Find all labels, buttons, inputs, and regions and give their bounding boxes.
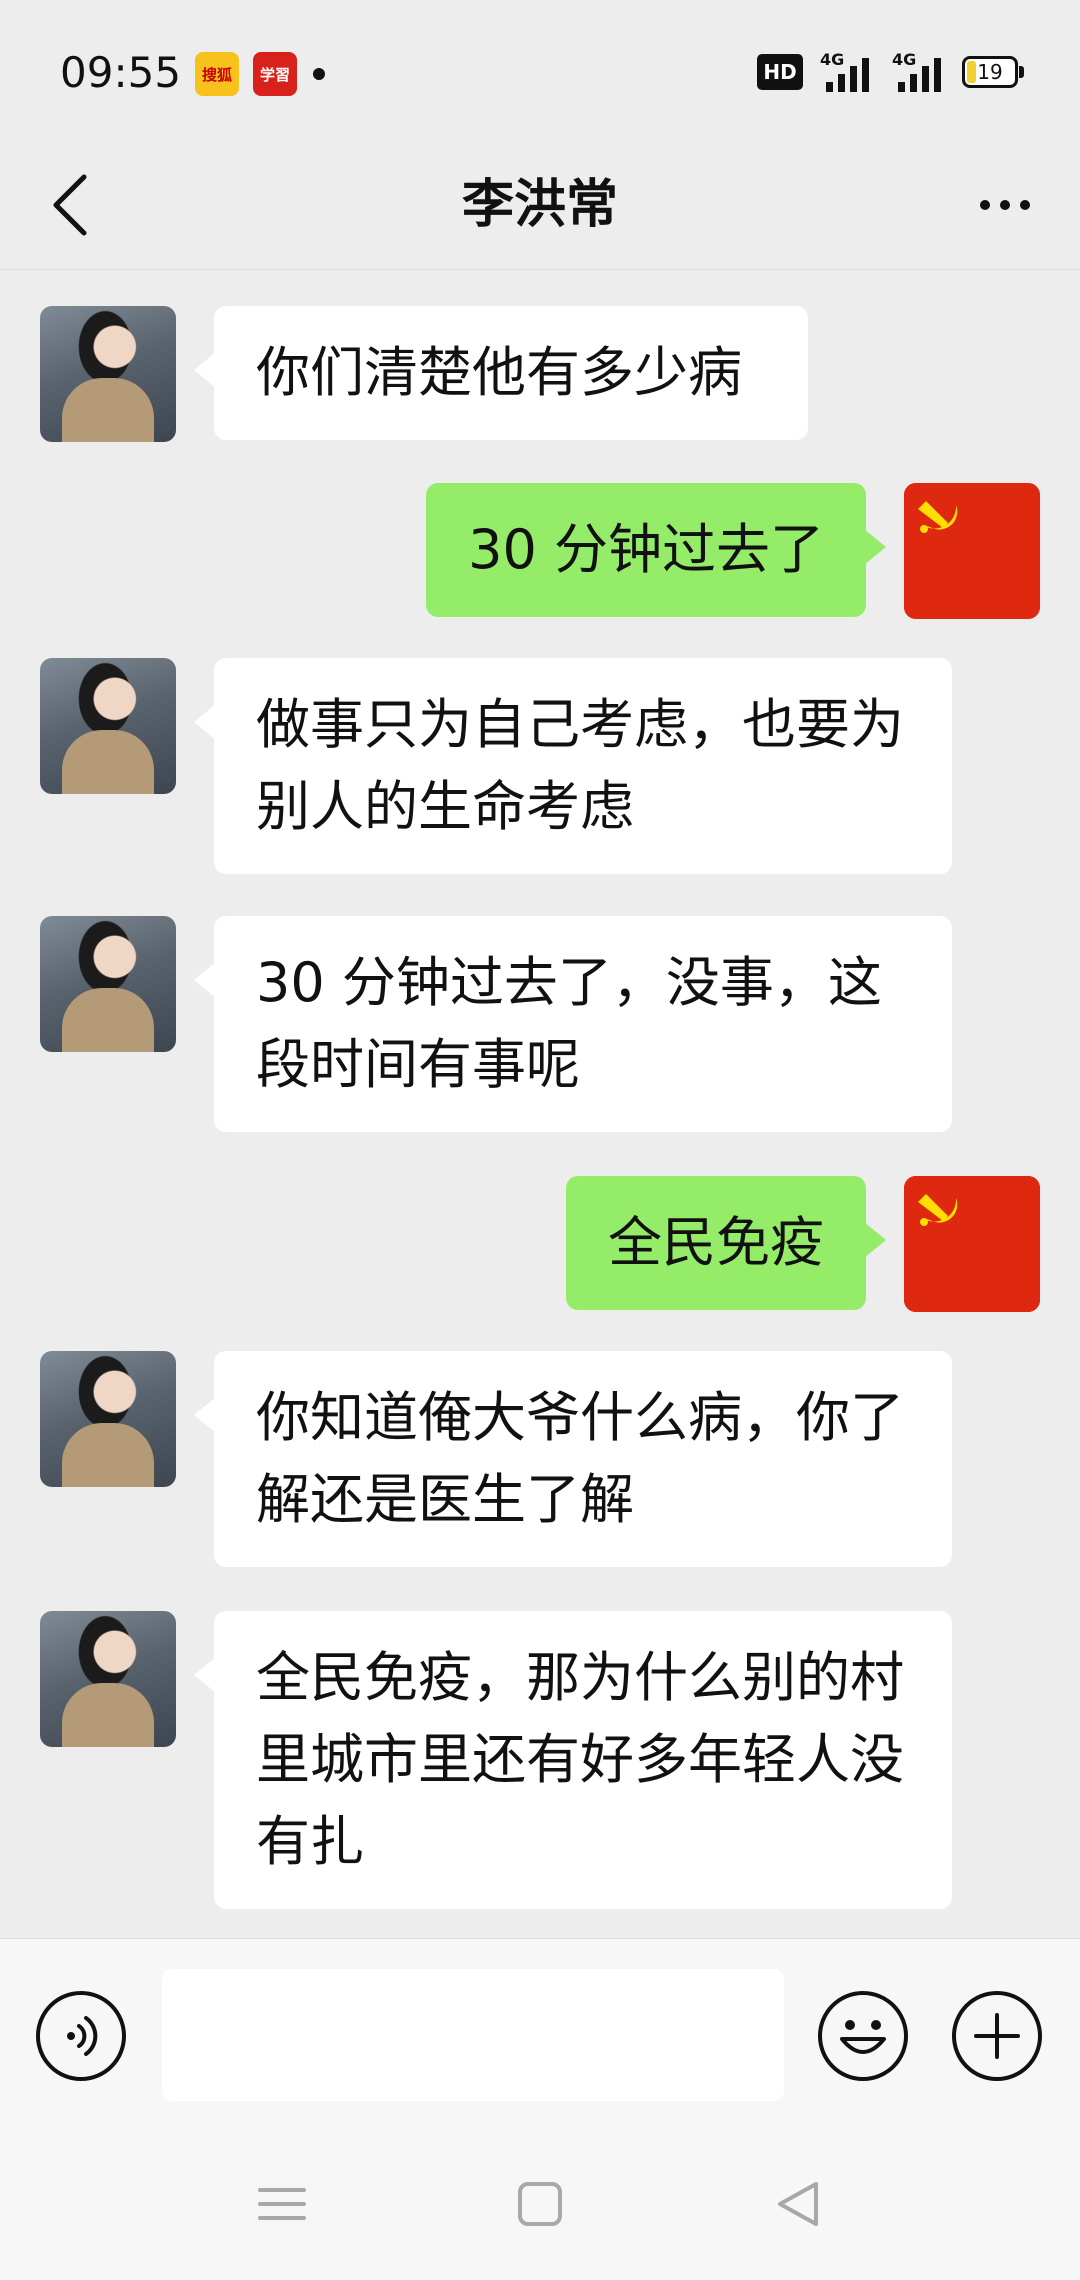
message-row: 30 分钟过去了，没事，这段时间有事呢 <box>0 916 1080 1132</box>
status-time: 09:55 <box>60 48 182 97</box>
message-bubble-received[interactable]: 你知道俺大爷什么病，你了解还是医生了解 <box>194 1351 952 1567</box>
emoji-button[interactable] <box>818 1991 908 2081</box>
more-functions-button[interactable] <box>952 1991 1042 2081</box>
party-flag-icon <box>904 1176 1040 1312</box>
hd-voice-icon: HD <box>757 54 803 90</box>
battery-percent: 19 <box>977 60 1003 84</box>
recent-apps-button[interactable] <box>242 2174 322 2234</box>
back-button[interactable] <box>30 160 110 250</box>
sohu-notification-icon: 搜狐 <box>195 52 239 96</box>
back-triangle-icon <box>778 2182 818 2226</box>
smiley-icon <box>840 2020 886 2054</box>
signal-strength-icon: 4G <box>892 50 956 92</box>
home-square-icon <box>518 2182 562 2226</box>
message-bubble-received[interactable]: 全民免疫，那为什么别的村里城市里还有好多年轻人没有扎 <box>194 1611 952 1909</box>
message-row: 全民免疫，那为什么别的村里城市里还有好多年轻人没有扎 <box>0 1611 1080 1909</box>
system-navigation-bar <box>0 2128 1080 2280</box>
message-row: 30 分钟过去了 <box>0 483 1080 619</box>
chevron-left-icon <box>53 174 87 236</box>
xuexi-notification-icon: 学習 <box>253 52 297 96</box>
network-type-label: 4G <box>892 50 917 69</box>
message-bubble-sent[interactable]: 全民免疫 <box>566 1176 886 1310</box>
self-avatar[interactable] <box>904 483 1040 619</box>
battery-icon: 19 <box>962 56 1018 88</box>
contact-avatar[interactable] <box>40 658 176 794</box>
battery-tip <box>1019 66 1024 78</box>
message-input[interactable] <box>162 1969 784 2101</box>
network-type-label: 4G <box>820 50 845 69</box>
more-dots-icon <box>980 200 990 210</box>
message-row: 你们清楚他有多少病 <box>0 306 1080 442</box>
status-bar: 09:55 搜狐 学習 HD 4G 4G 19 <box>0 0 1080 140</box>
more-notifications-dot-icon <box>313 68 325 80</box>
message-bubble-received[interactable]: 做事只为自己考虑，也要为别人的生命考虑 <box>194 658 952 874</box>
message-bubble-received[interactable]: 30 分钟过去了，没事，这段时间有事呢 <box>194 916 952 1132</box>
self-avatar[interactable] <box>904 1176 1040 1312</box>
contact-avatar[interactable] <box>40 306 176 442</box>
chat-title: 李洪常 <box>461 175 618 235</box>
plus-icon <box>974 2013 1020 2059</box>
contact-avatar[interactable] <box>40 1351 176 1487</box>
chat-header: 李洪常 <box>0 140 1080 270</box>
input-bar <box>0 1938 1080 2128</box>
message-row: 全民免疫 <box>0 1176 1080 1312</box>
more-options-button[interactable] <box>960 160 1050 250</box>
home-button[interactable] <box>500 2174 580 2234</box>
signal-strength-icon: 4G <box>820 50 884 92</box>
party-flag-icon <box>904 483 1040 619</box>
voice-wave-icon <box>67 2016 98 2056</box>
contact-avatar[interactable] <box>40 916 176 1052</box>
message-bubble-received[interactable]: 你们清楚他有多少病 <box>194 306 808 440</box>
contact-avatar[interactable] <box>40 1611 176 1747</box>
message-bubble-sent[interactable]: 30 分钟过去了 <box>426 483 886 617</box>
message-row: 做事只为自己考虑，也要为别人的生命考虑 <box>0 658 1080 874</box>
message-row: 你知道俺大爷什么病，你了解还是医生了解 <box>0 1351 1080 1567</box>
menu-lines-icon <box>258 2188 306 2220</box>
voice-input-button[interactable] <box>36 1991 126 2081</box>
system-back-button[interactable] <box>758 2174 838 2234</box>
message-list[interactable]: 你们清楚他有多少病 30 分钟过去了 做事只为自己考虑，也要为别人的生命考虑 3… <box>0 271 1080 1938</box>
